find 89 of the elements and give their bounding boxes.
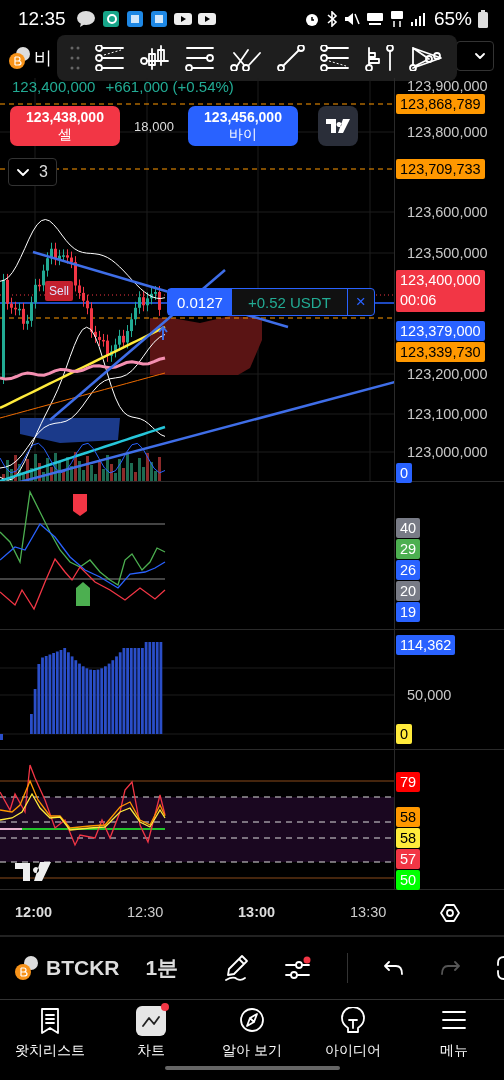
interval-selector[interactable]: 1분 — [145, 954, 179, 982]
compass-icon — [240, 1007, 264, 1035]
price-badge: 0 — [396, 724, 413, 744]
fibonacci-lines-icon[interactable] — [95, 45, 126, 71]
sell-button[interactable]: 123,438,000 셀 — [10, 106, 120, 146]
price-badge: 26 — [396, 560, 421, 580]
nav-tab[interactable]: 아이디어 — [302, 1000, 404, 1061]
parallel-lines-icon[interactable] — [319, 45, 350, 71]
price-badge: 50 — [396, 870, 421, 890]
nav-tab[interactable]: 차트 — [100, 1000, 202, 1061]
trend-line-icon[interactable] — [276, 45, 305, 71]
mute-icon — [343, 11, 360, 27]
price-change: +661,000 (+0.54%) — [105, 78, 234, 95]
axis-price-label: 123,800,000 — [407, 123, 488, 142]
logo-icon — [326, 119, 350, 133]
video-play-icon — [173, 12, 192, 26]
nav-tab[interactable]: 알아 보기 — [201, 1000, 303, 1061]
price-badge: 58 — [396, 828, 421, 848]
indicators-toggle[interactable]: 3 — [8, 158, 57, 186]
price-badge: 19 — [396, 602, 421, 622]
undo-icon[interactable] — [384, 960, 404, 976]
position-quantity: 0.0127 — [168, 289, 232, 315]
axis-price-label: 123,500,000 — [407, 244, 488, 263]
axis-price-label: 50,000 — [407, 686, 452, 705]
axis-price-label: 123,900,000 — [407, 77, 488, 96]
buy-button[interactable]: 123,456,000 바이 — [188, 106, 298, 146]
price-badge: 29 — [396, 539, 421, 559]
signal-icon — [409, 11, 428, 27]
time-label: 13:00 — [238, 904, 276, 920]
axis-price-label: 123,600,000 — [407, 203, 488, 222]
chevron-down-icon — [475, 53, 485, 59]
notification-dot — [161, 1003, 170, 1011]
app-icon — [101, 10, 120, 28]
price-badge: 79 — [396, 772, 421, 792]
price-badge: 123,339,730 — [396, 342, 485, 362]
price-countdown-badge: 123,400,000 00:06 — [396, 270, 485, 312]
video-play-icon — [197, 12, 216, 26]
battery-percent: 65% — [433, 8, 472, 30]
pattern-icon[interactable] — [409, 45, 444, 71]
chat-bubble-icon — [75, 10, 96, 28]
battery-icon — [478, 10, 488, 28]
symbol-selector[interactable]: BTCKR — [14, 955, 120, 981]
bitcoin-coin-icon — [8, 46, 32, 70]
last-price: 123,400,000 — [12, 78, 96, 95]
chart-icon — [141, 1013, 162, 1029]
price-badge: 40 — [396, 518, 421, 538]
spread-value: 18,000 — [133, 118, 175, 134]
chevron-down-icon — [17, 168, 29, 176]
logo-icon — [15, 862, 51, 881]
price-badge: 58 — [396, 807, 421, 827]
axis-price-label: 123,200,000 — [407, 365, 488, 384]
app-icon — [149, 10, 168, 28]
time-label: 12:30 — [127, 904, 164, 920]
price-badge: 123,709,733 — [396, 159, 485, 179]
position-pnl: +0.52 USDT — [231, 289, 348, 315]
sliders-icon[interactable] — [285, 956, 311, 980]
price-badge: 0 — [396, 463, 413, 483]
horizontal-lines-icon[interactable] — [185, 45, 216, 71]
volume-bar — [0, 734, 3, 740]
signal-label: Sell — [45, 281, 73, 301]
logo-button[interactable] — [318, 106, 358, 146]
price-badge: 123,379,000 — [396, 321, 485, 341]
settings-icon[interactable] — [439, 902, 460, 923]
time-label: 12:00 — [15, 904, 53, 920]
symbol-name: 비 — [34, 47, 52, 70]
lightbulb-icon — [340, 1007, 365, 1035]
app-icon — [125, 10, 144, 28]
bluetooth-icon — [325, 11, 338, 27]
axis-price-label: 123,100,000 — [407, 405, 488, 424]
close-button[interactable]: × — [347, 289, 374, 315]
drag-handle-icon — [70, 45, 81, 71]
arrow-up-icon — [158, 325, 168, 341]
price-badge: 114,362 — [396, 635, 456, 655]
candlestick-icon[interactable] — [140, 45, 171, 71]
volume-profile-icon[interactable] — [364, 45, 395, 71]
hd-voice-icon — [365, 11, 384, 27]
time-label: 13:30 — [350, 904, 387, 920]
axis-price-label: 123,000,000 — [407, 443, 488, 462]
alarm-icon — [303, 11, 320, 27]
clock-time: 12:35 — [18, 8, 66, 30]
nav-tab[interactable]: 메뉴 — [403, 1000, 504, 1061]
signal-5g-icon — [389, 10, 404, 28]
pencil-icon[interactable] — [223, 954, 249, 982]
price-badge: 20 — [396, 581, 421, 601]
price-badge: 57 — [396, 849, 421, 869]
price-badge: 123,868,789 — [396, 94, 485, 114]
redo-icon — [440, 960, 460, 976]
bitcoin-coin-icon — [14, 955, 40, 981]
nav-tab[interactable]: 왓치리스트 — [0, 1000, 101, 1061]
